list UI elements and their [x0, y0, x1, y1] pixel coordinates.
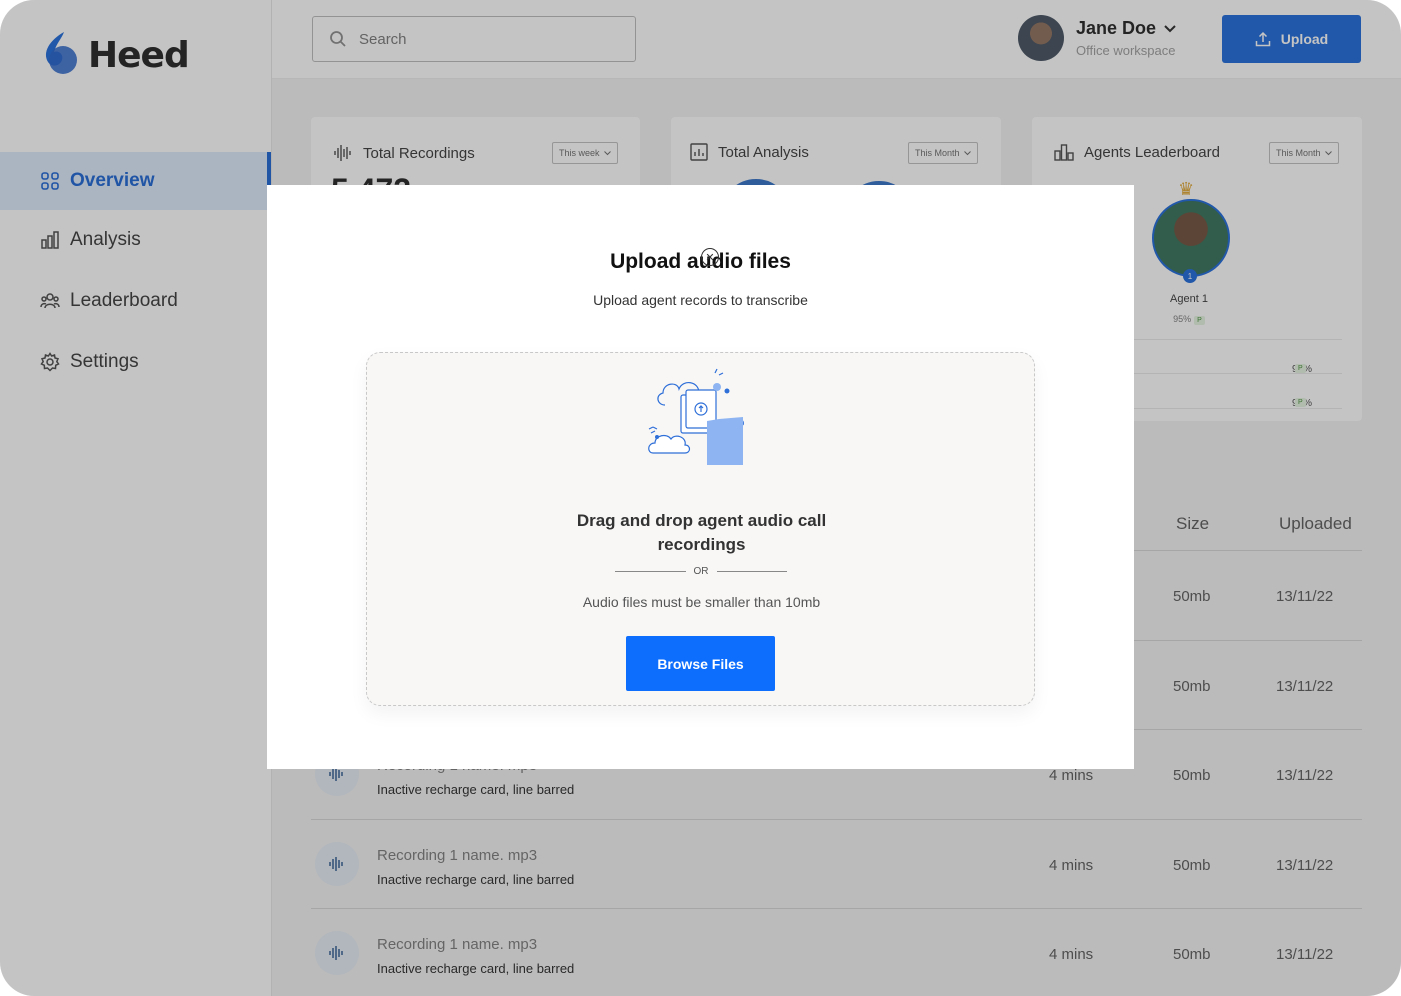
- modal-subtitle: Upload agent records to transcribe: [593, 292, 808, 308]
- app-window: Heed Overview Analysis Leaderboard Setti…: [0, 0, 1401, 996]
- file-dropzone[interactable]: Drag and drop agent audio call recording…: [366, 352, 1035, 706]
- close-icon[interactable]: ✕: [701, 248, 719, 266]
- or-divider: OR: [615, 566, 787, 577]
- upload-cloud-illustration: [648, 368, 744, 465]
- browse-files-button[interactable]: Browse Files: [626, 636, 775, 691]
- upload-modal: Upload audio files ✕ Upload agent record…: [267, 185, 1134, 769]
- file-size-note: Audio files must be smaller than 10mb: [582, 594, 821, 610]
- dropzone-title: Drag and drop agent audio call recording…: [576, 511, 827, 554]
